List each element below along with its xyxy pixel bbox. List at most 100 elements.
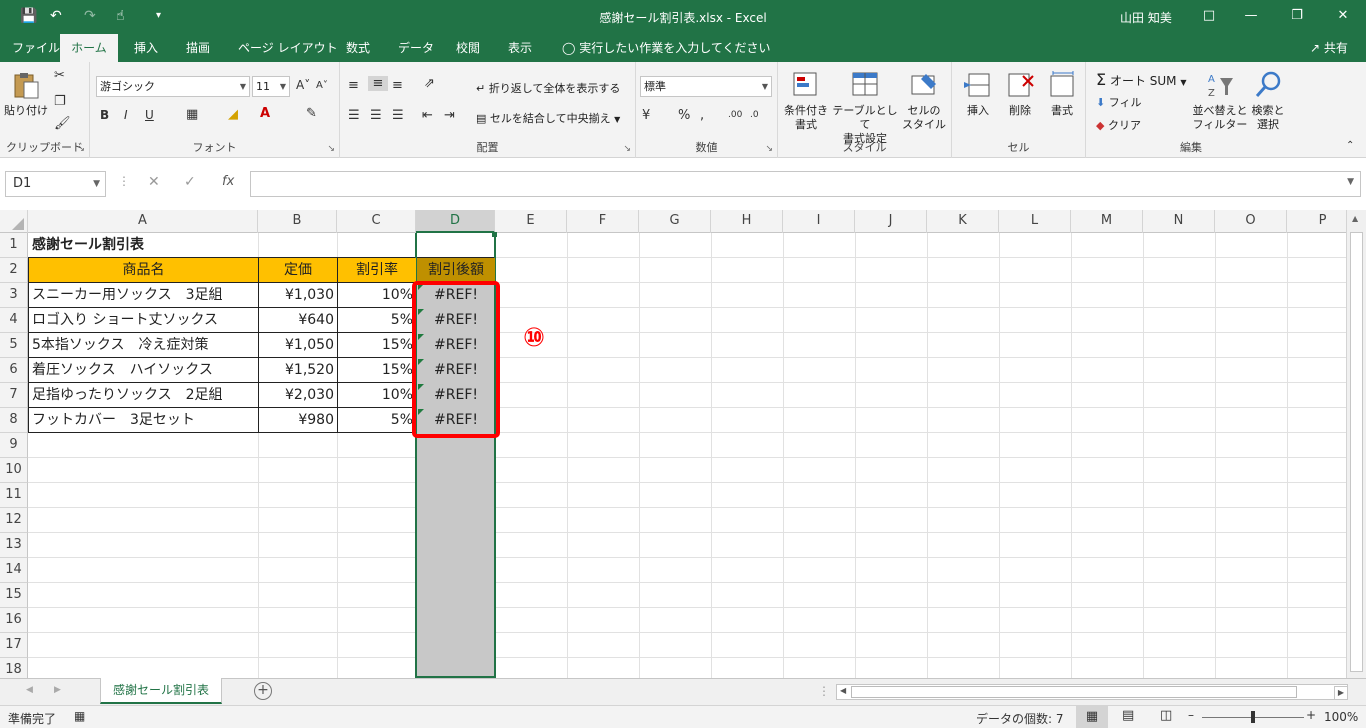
scroll-left-icon[interactable]: ◀	[840, 686, 846, 695]
clear-button[interactable]: ◆ クリア	[1096, 117, 1141, 133]
cancel-icon[interactable]: ✕	[148, 174, 160, 190]
font-launcher-icon[interactable]: ↘	[327, 144, 335, 154]
column-header-m[interactable]: M	[1071, 210, 1143, 233]
minimize-icon[interactable]: —	[1228, 4, 1274, 30]
column-header-g[interactable]: G	[639, 210, 711, 233]
number-launcher-icon[interactable]: ↘	[765, 144, 773, 154]
cell-a6[interactable]: 着圧ソックス ハイソックス	[29, 358, 258, 382]
italic-button[interactable]: I	[124, 108, 128, 122]
fill-handle[interactable]	[492, 232, 497, 237]
cell-b3[interactable]: ¥1,030	[259, 283, 337, 307]
cell-c4[interactable]: 5%	[338, 308, 416, 332]
percent-icon[interactable]: %	[678, 108, 690, 123]
row-header-16[interactable]: 16	[0, 608, 28, 633]
paste-button[interactable]: 貼り付け	[4, 70, 48, 118]
row-header-11[interactable]: 11	[0, 483, 28, 508]
restore-icon[interactable]: ❐	[1274, 4, 1320, 30]
find-select-button[interactable]: 検索と 選択	[1246, 70, 1290, 132]
scroll-right-icon[interactable]: ▶	[1334, 686, 1348, 700]
cell-styles-button[interactable]: セルの スタイル	[898, 70, 950, 132]
cell-b6[interactable]: ¥1,520	[259, 358, 337, 382]
select-all-corner[interactable]	[0, 210, 28, 233]
cell-a5[interactable]: 5本指ソックス 冷え症対策	[29, 333, 258, 357]
column-header-k[interactable]: K	[927, 210, 999, 233]
cell-c5[interactable]: 15%	[338, 333, 416, 357]
insert-function-icon[interactable]: fx	[222, 174, 234, 189]
cell-a4[interactable]: ロゴ入り ショート丈ソックス	[29, 308, 258, 332]
collapse-ribbon-icon[interactable]: ⌃	[1346, 140, 1354, 151]
underline-button[interactable]: U	[145, 108, 154, 122]
column-header-c[interactable]: C	[337, 210, 416, 233]
row-header-12[interactable]: 12	[0, 508, 28, 533]
copy-icon[interactable]: ❐	[54, 94, 66, 109]
tab-view[interactable]: 表示	[498, 34, 542, 62]
row-header-10[interactable]: 10	[0, 458, 28, 483]
row-header-4[interactable]: 4	[0, 308, 28, 333]
page-break-view-icon[interactable]: ◫	[1160, 708, 1172, 723]
number-format-combo[interactable]: 標準 ▼	[640, 76, 772, 97]
column-header-e[interactable]: E	[495, 210, 567, 233]
cell-a2[interactable]: 商品名	[29, 258, 258, 282]
currency-icon[interactable]: ¥	[642, 108, 650, 123]
zoom-out-icon[interactable]: –	[1188, 708, 1194, 722]
row-header-7[interactable]: 7	[0, 383, 28, 408]
column-header-h[interactable]: H	[711, 210, 783, 233]
prev-sheet-icon[interactable]: ◀	[26, 685, 33, 695]
column-header-f[interactable]: F	[567, 210, 639, 233]
grow-font-icon[interactable]: A˅	[296, 78, 310, 92]
column-header-j[interactable]: J	[855, 210, 927, 233]
row-header-9[interactable]: 9	[0, 433, 28, 458]
close-icon[interactable]: ✕	[1320, 4, 1366, 30]
page-layout-view-icon[interactable]: ▤	[1122, 708, 1134, 723]
align-bottom-icon[interactable]: ≡	[392, 78, 403, 93]
column-header-b[interactable]: B	[258, 210, 337, 233]
cell-c8[interactable]: 5%	[338, 408, 416, 432]
bold-button[interactable]: B	[100, 108, 109, 122]
row-header-8[interactable]: 8	[0, 408, 28, 433]
zoom-in-icon[interactable]: +	[1306, 708, 1316, 722]
sort-filter-button[interactable]: A Z 並べ替えと フィルター	[1192, 70, 1248, 132]
format-cells-button[interactable]: 書式	[1042, 70, 1082, 118]
borders-icon[interactable]: ▦	[186, 107, 198, 122]
tab-home[interactable]: ホーム	[60, 34, 118, 62]
clipboard-launcher-icon[interactable]: ↘	[77, 144, 85, 154]
zoom-level[interactable]: 100%	[1324, 710, 1358, 724]
cell-a3[interactable]: スニーカー用ソックス 3足組	[29, 283, 258, 307]
row-header-18[interactable]: 18	[0, 658, 28, 678]
conditional-format-button[interactable]: 条件付き 書式	[780, 70, 832, 132]
phonetic-icon[interactable]: ✎	[306, 106, 317, 121]
cell-c7[interactable]: 10%	[338, 383, 416, 407]
name-box[interactable]: D1 ▼	[5, 171, 106, 197]
macro-record-icon[interactable]: ▦	[74, 709, 85, 723]
insert-cells-button[interactable]: 挿入	[958, 70, 998, 118]
align-left-icon[interactable]: ☰	[348, 108, 360, 123]
align-middle-icon[interactable]: ≡	[368, 76, 388, 91]
cell-c3[interactable]: 10%	[338, 283, 416, 307]
share-button[interactable]: ↗ 共有	[1310, 34, 1348, 62]
status-count[interactable]: データの個数: 7	[976, 710, 1064, 727]
vertical-scroll-thumb[interactable]	[1350, 232, 1363, 672]
row-header-6[interactable]: 6	[0, 358, 28, 383]
tab-data[interactable]: データ	[388, 34, 444, 62]
cell-c2[interactable]: 割引率	[338, 258, 416, 282]
cell-b5[interactable]: ¥1,050	[259, 333, 337, 357]
row-header-2[interactable]: 2	[0, 258, 28, 283]
cut-icon[interactable]: ✂	[54, 68, 65, 83]
increase-decimal-icon[interactable]: .00	[728, 110, 742, 120]
column-header-l[interactable]: L	[999, 210, 1071, 233]
fill-button[interactable]: ⬇ フィル	[1096, 94, 1142, 110]
cell-a8[interactable]: フットカバー 3足セット	[29, 408, 258, 432]
tab-formulas[interactable]: 数式	[336, 34, 380, 62]
column-header-a[interactable]: A	[28, 210, 258, 233]
column-header-o[interactable]: O	[1215, 210, 1287, 233]
font-size-combo[interactable]: 11 ▼	[252, 76, 290, 97]
formula-input[interactable]: ▼	[250, 171, 1361, 197]
scroll-up-icon[interactable]: ▲	[1352, 214, 1358, 223]
tab-page-layout[interactable]: ページ レイアウト	[228, 34, 348, 62]
user-name[interactable]: 山田 知美	[1120, 9, 1172, 26]
decrease-decimal-icon[interactable]: .0	[750, 110, 759, 120]
alignment-launcher-icon[interactable]: ↘	[623, 144, 631, 154]
autosum-button[interactable]: Σ オート SUM ▼	[1096, 70, 1187, 89]
row-header-5[interactable]: 5	[0, 333, 28, 358]
row-header-13[interactable]: 13	[0, 533, 28, 558]
